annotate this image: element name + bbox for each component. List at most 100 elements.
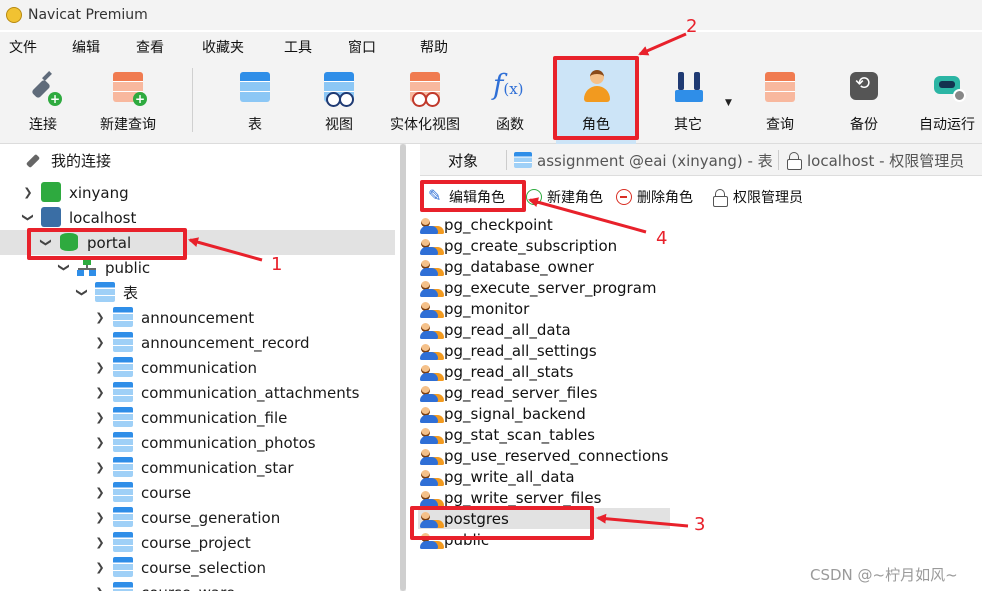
- tab-bar: 对象 assignment @eai (xinyang) - 表 localho…: [420, 144, 982, 176]
- chevron-down-icon[interactable]: ❯: [22, 212, 35, 224]
- role-item[interactable]: pg_checkpoint: [418, 214, 670, 235]
- menu-view[interactable]: 查看: [136, 37, 164, 57]
- tree-tables-folder[interactable]: ❯ 表: [0, 280, 395, 305]
- chevron-right-icon[interactable]: ❯: [94, 361, 106, 374]
- chevron-right-icon[interactable]: ❯: [94, 536, 106, 549]
- tree-table-item[interactable]: ❯ communication: [0, 355, 395, 380]
- tree-table-item[interactable]: ❯ communication_attachments: [0, 380, 395, 405]
- annotation-box-postgres: [410, 506, 594, 540]
- tree-table-item[interactable]: ❯ announcement: [0, 305, 395, 330]
- table-icon: [113, 507, 133, 527]
- chevron-right-icon[interactable]: ❯: [94, 561, 106, 574]
- lock-icon: [712, 189, 728, 207]
- new-query-button[interactable]: + 新建查询: [92, 60, 164, 144]
- robot-icon: [928, 68, 966, 106]
- tab-objects-label: 对象: [448, 151, 479, 170]
- tree-table-item[interactable]: ❯ communication_file: [0, 405, 395, 430]
- menu-file[interactable]: 文件: [9, 37, 37, 57]
- new-role-button[interactable]: 新建角色: [526, 186, 603, 208]
- role-item[interactable]: pg_create_subscription: [418, 235, 670, 256]
- plug-icon: +: [24, 68, 62, 106]
- chevron-right-icon[interactable]: ❯: [94, 511, 106, 524]
- schema-icon: [77, 257, 97, 277]
- other-dropdown-arrow-icon[interactable]: ▼: [725, 98, 732, 108]
- role-item[interactable]: pg_write_all_data: [418, 466, 670, 487]
- table-icon: [95, 282, 115, 302]
- delete-role-button[interactable]: 删除角色: [616, 186, 693, 208]
- role-users-icon: [420, 258, 442, 276]
- tree-root-my-connections[interactable]: 我的连接: [0, 148, 395, 173]
- role-users-icon: [420, 216, 442, 234]
- navigation-scrollbar[interactable]: [400, 144, 406, 591]
- role-item[interactable]: pg_read_all_settings: [418, 340, 670, 361]
- backup-button[interactable]: 备份: [842, 60, 886, 144]
- chevron-right-icon[interactable]: ❯: [94, 411, 106, 424]
- table-button[interactable]: 表: [233, 60, 277, 144]
- table-icon: [113, 532, 133, 552]
- tree-table-item[interactable]: ❯ announcement_record: [0, 330, 395, 355]
- role-item[interactable]: pg_write_server_files: [418, 487, 670, 508]
- connect-label: 连接: [29, 117, 57, 133]
- menu-edit[interactable]: 编辑: [72, 37, 100, 57]
- role-item[interactable]: pg_database_owner: [418, 256, 670, 277]
- menu-tools[interactable]: 工具: [284, 37, 312, 57]
- navicat-window: Navicat Premium 文件 编辑 查看 收藏夹 工具 窗口 帮助 + …: [0, 0, 982, 591]
- tree-table-item[interactable]: ❯ communication_photos: [0, 430, 395, 455]
- materialized-view-button[interactable]: 实体化视图: [386, 60, 464, 144]
- table-icon: [514, 152, 532, 168]
- tree-connection-xinyang[interactable]: ❯ xinyang: [0, 180, 395, 205]
- title-bar: Navicat Premium: [0, 0, 982, 30]
- tree-table-item[interactable]: ❯ course: [0, 480, 395, 505]
- chevron-right-icon[interactable]: ❯: [94, 486, 106, 499]
- table-icon: [113, 407, 133, 427]
- chevron-right-icon[interactable]: ❯: [94, 436, 106, 449]
- fx-glyph-sub: (x): [503, 80, 524, 98]
- tree-table-item[interactable]: ❯ course_generation: [0, 505, 395, 530]
- view-button[interactable]: 视图: [316, 60, 362, 144]
- query-button[interactable]: 查询: [758, 60, 802, 144]
- tree-table-item[interactable]: ❯ communication_star: [0, 455, 395, 480]
- navicat-logo-icon: [6, 7, 22, 23]
- role-label: pg_execute_server_program: [444, 278, 657, 297]
- tab-permission-manager[interactable]: localhost - 权限管理员: [786, 144, 964, 176]
- chevron-right-icon[interactable]: ❯: [22, 186, 34, 199]
- scrollbar-thumb[interactable]: [400, 144, 406, 591]
- chevron-down-icon[interactable]: ❯: [58, 262, 71, 274]
- new-query-label: 新建查询: [100, 117, 156, 133]
- chevron-right-icon[interactable]: ❯: [94, 336, 106, 349]
- role-label: pg_stat_scan_tables: [444, 425, 595, 444]
- role-item[interactable]: pg_signal_backend: [418, 403, 670, 424]
- role-item[interactable]: pg_monitor: [418, 298, 670, 319]
- tree-table-item[interactable]: ❯ course_ware: [0, 580, 395, 591]
- other-button[interactable]: 其它: [666, 60, 710, 144]
- role-item[interactable]: pg_execute_server_program: [418, 277, 670, 298]
- tab-separator: [778, 150, 779, 170]
- menu-favorites[interactable]: 收藏夹: [202, 37, 244, 57]
- role-item[interactable]: pg_stat_scan_tables: [418, 424, 670, 445]
- role-users-icon: [420, 279, 442, 297]
- role-item[interactable]: pg_use_reserved_connections: [418, 445, 670, 466]
- tree-connection-localhost[interactable]: ❯ localhost: [0, 205, 395, 230]
- role-item[interactable]: pg_read_server_files: [418, 382, 670, 403]
- tree-table-item[interactable]: ❯ course_project: [0, 530, 395, 555]
- tab-objects[interactable]: 对象: [448, 144, 478, 176]
- permission-manager-button[interactable]: 权限管理员: [712, 186, 803, 208]
- function-button[interactable]: f(x) 函数: [488, 60, 532, 144]
- tree-table-item[interactable]: ❯ course_selection: [0, 555, 395, 580]
- tab-assignment-table[interactable]: assignment @eai (xinyang) - 表: [514, 144, 773, 176]
- chevron-right-icon[interactable]: ❯: [94, 311, 106, 324]
- delete-role-label: 删除角色: [637, 190, 693, 206]
- role-item[interactable]: pg_read_all_data: [418, 319, 670, 340]
- role-item[interactable]: pg_read_all_stats: [418, 361, 670, 382]
- connect-button[interactable]: + 连接: [14, 60, 72, 144]
- menu-window[interactable]: 窗口: [348, 37, 376, 57]
- permission-manager-label: 权限管理员: [733, 190, 803, 206]
- tab-permissions-label: localhost - 权限管理员: [807, 151, 965, 170]
- menu-help[interactable]: 帮助: [420, 37, 448, 57]
- chevron-right-icon[interactable]: ❯: [94, 386, 106, 399]
- role-users-icon: [420, 489, 442, 507]
- automation-button[interactable]: 自动运行: [914, 60, 980, 144]
- chevron-right-icon[interactable]: ❯: [94, 461, 106, 474]
- chevron-down-icon[interactable]: ❯: [76, 287, 89, 299]
- chevron-right-icon[interactable]: ❯: [94, 586, 106, 591]
